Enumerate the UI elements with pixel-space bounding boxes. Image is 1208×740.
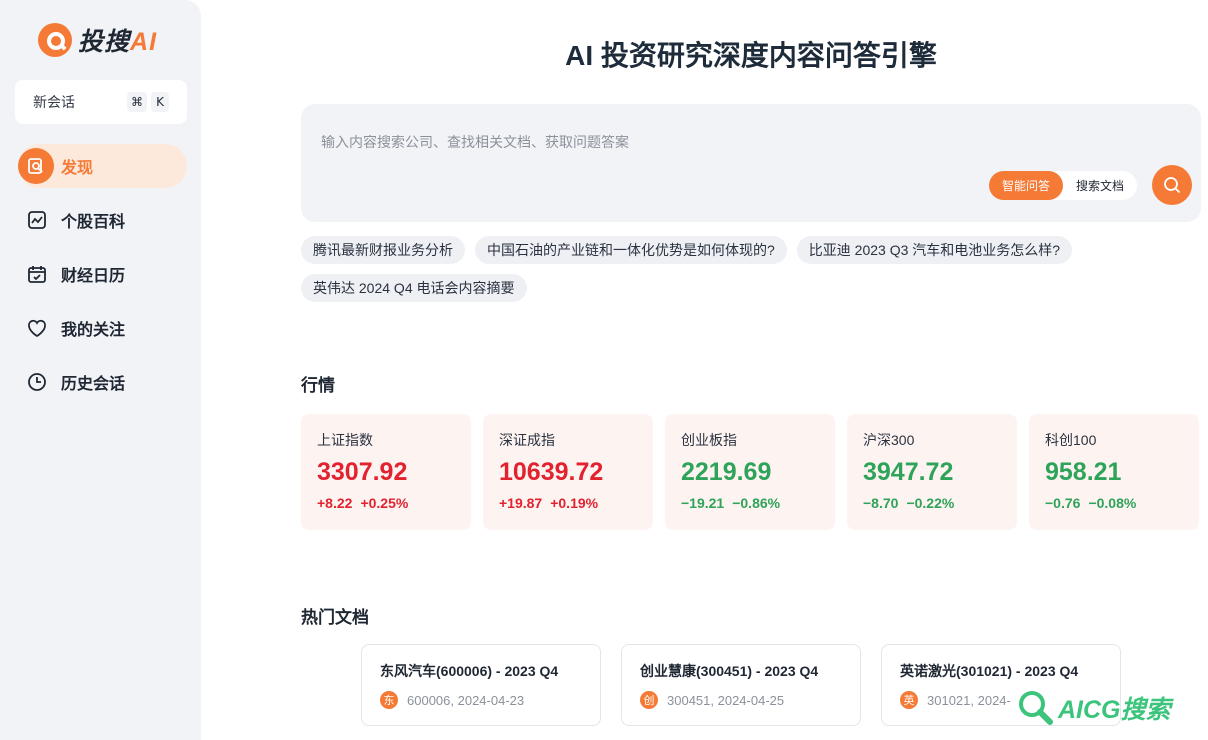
index-change: −8.70 <box>863 495 899 511</box>
index-change: −19.21 <box>681 495 725 511</box>
app-logo[interactable]: 投搜AI <box>38 22 157 58</box>
heart-icon <box>26 317 48 339</box>
command-key: ⌘ <box>127 92 147 112</box>
index-change-pct: +0.25% <box>360 495 409 511</box>
suggestion-chip[interactable]: 中国石油的产业链和一体化优势是如何体现的? <box>475 236 787 264</box>
index-change-pct: −0.86% <box>732 495 781 511</box>
suggestion-chip[interactable]: 英伟达 2024 Q4 电话会内容摘要 <box>301 274 527 302</box>
new-chat-shortcut: ⌘ K <box>127 92 169 112</box>
market-card-csi300[interactable]: 沪深300 3947.72 −8.70 −0.22% <box>847 414 1017 530</box>
mode-smart-qa-button[interactable]: 智能问答 <box>989 171 1064 200</box>
company-badge: 东 <box>380 691 398 709</box>
sidebar-item-label: 历史会话 <box>61 376 126 393</box>
hot-docs-list: 东风汽车(600006) - 2023 Q4 东 600006, 2024-04-… <box>361 644 1121 726</box>
doc-card[interactable]: 创业慧康(300451) - 2023 Q4 创 300451, 2024-04-… <box>621 644 861 726</box>
sidebar-item-label: 发现 <box>61 160 94 177</box>
doc-meta: 300451, 2024-04-25 <box>667 692 785 708</box>
suggestion-chip[interactable]: 比亚迪 2023 Q3 汽车和电池业务怎么样? <box>796 236 1073 264</box>
logo-search-icon <box>38 23 72 57</box>
sidebar-item-stock-wiki[interactable]: 个股百科 <box>18 198 187 242</box>
market-card-chinext[interactable]: 创业板指 2219.69 −19.21 −0.86% <box>665 414 835 530</box>
doc-meta: 301021, 2024- <box>927 692 1011 708</box>
index-value: 958.21 <box>1045 458 1122 486</box>
doc-meta: 600006, 2024-04-23 <box>407 692 525 708</box>
brand-name: 投搜 <box>78 28 131 56</box>
index-change-pct: −0.08% <box>1088 495 1137 511</box>
index-name: 上证指数 <box>317 432 373 448</box>
search-box: 智能问答 搜索文档 <box>301 104 1201 222</box>
chart-trend-icon <box>26 209 48 231</box>
watermark-text: AICG搜索 <box>1058 696 1171 724</box>
new-chat-label: 新会话 <box>33 94 75 110</box>
index-name: 深证成指 <box>499 432 555 448</box>
sidebar-item-label: 财经日历 <box>61 268 126 285</box>
index-value: 2219.69 <box>681 458 772 486</box>
market-cards: 上证指数 3307.92 +8.22 +0.25% 深证成指 10639.72 +… <box>301 414 1199 530</box>
sidebar-item-watchlist[interactable]: 我的关注 <box>18 306 187 350</box>
index-value: 3947.72 <box>863 458 954 486</box>
calendar-icon <box>26 263 48 285</box>
magnifier-icon <box>1016 688 1056 728</box>
search-mode-toggle: 智能问答 搜索文档 <box>989 171 1138 200</box>
search-button[interactable] <box>1152 165 1192 205</box>
suggestion-chip[interactable]: 腾讯最新财报业务分析 <box>301 236 465 264</box>
search-input[interactable] <box>321 134 1161 150</box>
page-title: AI 投资研究深度内容问答引擎 <box>565 40 937 71</box>
search-icon <box>1164 177 1181 194</box>
company-badge: 英 <box>900 691 918 709</box>
company-badge: 创 <box>640 691 658 709</box>
brand-ai: AI <box>130 28 158 56</box>
sidebar-item-calendar[interactable]: 财经日历 <box>18 252 187 296</box>
index-change: −0.76 <box>1045 495 1081 511</box>
new-chat-button[interactable]: 新会话 ⌘ K <box>15 80 187 124</box>
market-card-star100[interactable]: 科创100 958.21 −0.76 −0.08% <box>1029 414 1199 530</box>
sidebar-item-discover[interactable]: 发现 <box>18 144 187 188</box>
index-name: 沪深300 <box>863 432 915 448</box>
hot-docs-section-title: 热门文档 <box>301 608 369 627</box>
suggestion-list: 腾讯最新财报业务分析 中国石油的产业链和一体化优势是如何体现的? 比亚迪 202… <box>301 236 1201 302</box>
index-change: +19.87 <box>499 495 543 511</box>
index-value: 10639.72 <box>499 458 604 486</box>
index-change-pct: +0.19% <box>550 495 599 511</box>
index-change: +8.22 <box>317 495 353 511</box>
sidebar: 投搜AI 新会话 ⌘ K 发现 个股百科 财经日历 我的关注 历史会话 <box>0 0 201 740</box>
mode-search-docs-button[interactable]: 搜索文档 <box>1063 171 1137 200</box>
market-section-title: 行情 <box>301 376 335 395</box>
index-value: 3307.92 <box>317 458 408 486</box>
sidebar-item-history[interactable]: 历史会话 <box>18 360 187 404</box>
sidebar-item-label: 个股百科 <box>61 214 126 231</box>
doc-title: 英诺激光(301021) - 2023 Q4 <box>900 663 1079 679</box>
index-name: 创业板指 <box>681 432 737 448</box>
doc-card[interactable]: 东风汽车(600006) - 2023 Q4 东 600006, 2024-04-… <box>361 644 601 726</box>
doc-title: 东风汽车(600006) - 2023 Q4 <box>380 663 559 679</box>
k-key: K <box>151 92 169 112</box>
market-card-szse[interactable]: 深证成指 10639.72 +19.87 +0.19% <box>483 414 653 530</box>
sidebar-nav: 发现 个股百科 财经日历 我的关注 历史会话 <box>18 144 187 414</box>
market-card-sse[interactable]: 上证指数 3307.92 +8.22 +0.25% <box>301 414 471 530</box>
discover-icon <box>18 148 54 184</box>
watermark: AICG搜索 <box>1016 686 1171 730</box>
doc-title: 创业慧康(300451) - 2023 Q4 <box>640 663 819 679</box>
sidebar-item-label: 我的关注 <box>61 322 126 339</box>
clock-icon <box>26 371 48 393</box>
index-name: 科创100 <box>1045 432 1097 448</box>
index-change-pct: −0.22% <box>906 495 955 511</box>
